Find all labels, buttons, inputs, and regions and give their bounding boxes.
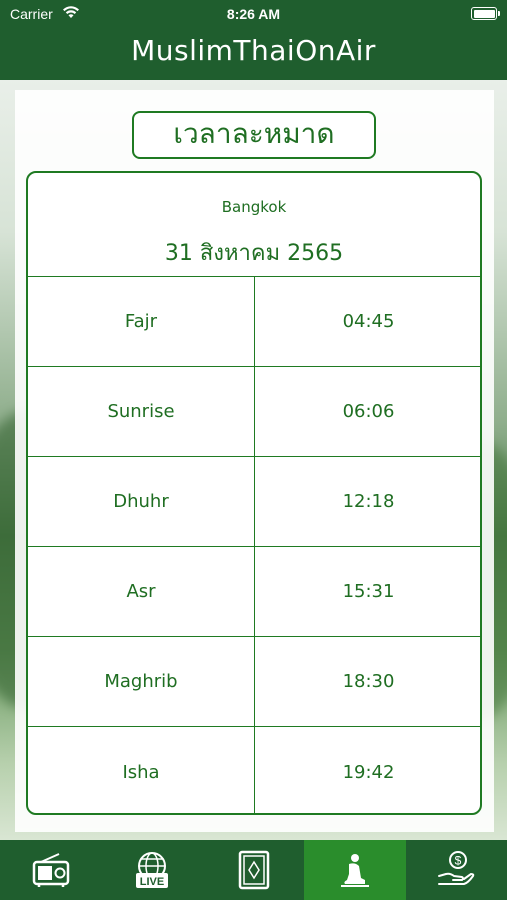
prayer-row: Isha 19:42 — [28, 727, 480, 813]
prayer-row: Sunrise 06:06 — [28, 367, 480, 457]
app-title: MuslimThaiOnAir — [131, 34, 376, 67]
date-label: 31 สิงหาคม 2565 — [164, 241, 344, 266]
prayer-time: 12:18 — [342, 491, 395, 512]
prayer-time: 06:06 — [342, 401, 395, 422]
prayer-name: Maghrib — [28, 637, 255, 726]
prayer-time: 18:30 — [342, 671, 395, 692]
svg-text:$: $ — [455, 854, 462, 868]
prayer-name: Isha — [28, 727, 255, 813]
prayer-time: 04:45 — [342, 311, 395, 332]
prayer-row: Maghrib 18:30 — [28, 637, 480, 727]
radio-icon — [32, 853, 69, 887]
prayer-time: 19:42 — [342, 761, 395, 783]
tab-prayer-times[interactable] — [304, 840, 406, 900]
tab-donate[interactable]: $ — [406, 840, 507, 900]
tab-radio[interactable] — [0, 840, 101, 900]
status-bar: Carrier 8:26 AM — [0, 0, 507, 28]
prayer-name: Dhuhr — [28, 457, 255, 546]
prayer-row: Dhuhr 12:18 — [28, 457, 480, 547]
prayer-name: Sunrise — [28, 367, 255, 456]
prayer-icon — [340, 854, 369, 887]
page-title: เวลาละหมาด — [132, 111, 376, 159]
quran-icon — [238, 850, 269, 890]
prayer-row: Asr 15:31 — [28, 547, 480, 637]
battery-icon — [471, 7, 500, 20]
prayer-name: Asr — [28, 547, 255, 636]
prayer-name: Fajr — [28, 277, 255, 366]
prayer-time: 15:31 — [342, 581, 395, 602]
prayer-row: Fajr 04:45 — [28, 277, 480, 367]
status-time: 8:26 AM — [226, 6, 281, 22]
prayer-times-table: Bangkok 31 สิงหาคม 2565 Fajr 04:45 Sunrise… — [26, 171, 482, 815]
tab-live[interactable]: LIVE — [101, 840, 202, 900]
nav-bar: MuslimThaiOnAir — [0, 28, 507, 80]
table-header: Bangkok 31 สิงหาคม 2565 — [28, 173, 480, 277]
live-label: LIVE — [140, 876, 164, 888]
tab-bar: LIVE $ — [0, 840, 507, 900]
tab-quran[interactable] — [203, 840, 304, 900]
donate-icon: $ — [438, 851, 475, 885]
live-globe-icon: LIVE — [136, 852, 169, 888]
city-label: Bangkok — [221, 198, 287, 216]
